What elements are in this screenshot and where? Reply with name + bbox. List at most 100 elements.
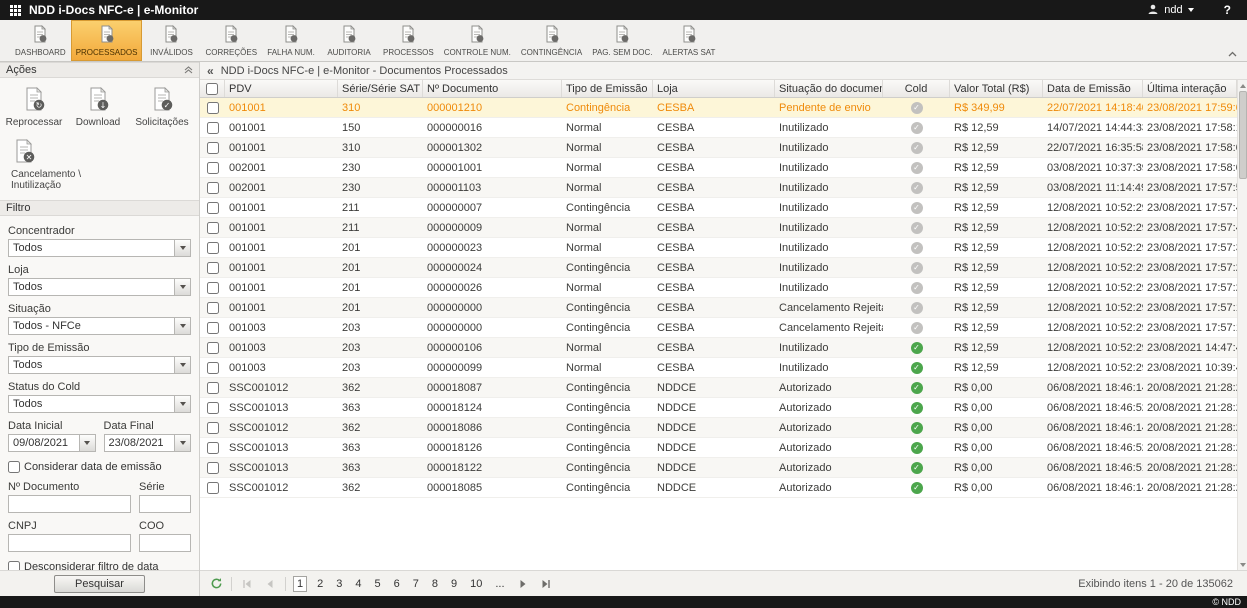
data-inicial-input[interactable]: 09/08/2021 [8, 434, 96, 452]
tab-falha-num[interactable]: FALHA NUM. [262, 20, 320, 61]
considerar-data-emissao-checkbox-input[interactable] [8, 461, 20, 473]
table-row[interactable]: SSC001012 362 000018087 Contingência NDD… [200, 378, 1237, 398]
table-row[interactable]: 001001 211 000000009 Normal CESBA Inutil… [200, 218, 1237, 238]
prev-page-button[interactable] [262, 576, 278, 592]
refresh-button[interactable] [208, 576, 224, 592]
concentrador-select[interactable]: Todos [8, 239, 191, 257]
situacao-select[interactable]: Todos - NFCe [8, 317, 191, 335]
user-menu[interactable]: ndd [1147, 3, 1193, 18]
table-row[interactable]: 001003 203 000000000 Contingência CESBA … [200, 318, 1237, 338]
tab-inv-lidos[interactable]: INVÁLIDOS [142, 20, 200, 61]
column-header-s-rie-s-rie-sat[interactable]: Série/Série SAT [338, 80, 423, 97]
table-row[interactable]: 001001 211 000000007 Contingência CESBA … [200, 198, 1237, 218]
tab-controle-num[interactable]: CONTROLE NUM. [439, 20, 516, 61]
table-row[interactable]: SSC001013 363 000018126 Contingência NDD… [200, 438, 1237, 458]
row-checkbox[interactable] [207, 142, 219, 154]
table-row[interactable]: SSC001012 362 000018086 Contingência NDD… [200, 418, 1237, 438]
column-header-tipo-de-emiss-o[interactable]: Tipo de Emissão [562, 80, 653, 97]
column-header-cold[interactable]: Cold [883, 80, 950, 97]
table-row[interactable]: 001001 201 000000024 Contingência CESBA … [200, 258, 1237, 278]
vertical-scrollbar[interactable] [1237, 80, 1247, 570]
table-row[interactable]: 001001 310 000001210 Contingência CESBA … [200, 98, 1237, 118]
column-header-pdv[interactable]: PDV [225, 80, 338, 97]
page-button-1[interactable]: 1 [293, 576, 307, 592]
table-row[interactable]: SSC001013 363 000018124 Contingência NDD… [200, 398, 1237, 418]
collapse-actions-icon[interactable] [184, 66, 193, 74]
scrollbar-thumb[interactable] [1239, 91, 1247, 179]
table-row[interactable]: 001003 203 000000099 Normal CESBA Inutil… [200, 358, 1237, 378]
cancelamento-inutilizacao-button[interactable]: ✕ Cancelamento \ Inutilização [2, 135, 102, 194]
tab-conting-ncia[interactable]: CONTINGÊNCIA [516, 20, 587, 61]
reprocessar-button[interactable]: ↻ Reprocessar [2, 83, 66, 131]
row-checkbox[interactable] [207, 122, 219, 134]
row-checkbox[interactable] [207, 102, 219, 114]
tab-pag-sem-doc[interactable]: PAG. SEM DOC. [587, 20, 657, 61]
page-button-10[interactable]: 10 [467, 577, 485, 591]
column-header-situa-o-do-documento[interactable]: Situação do documento [775, 80, 883, 97]
page-button-4[interactable]: 4 [352, 577, 364, 591]
serie-input[interactable] [139, 495, 191, 513]
desconsiderar-filtro-checkbox[interactable]: Desconsiderar filtro de data [8, 561, 191, 570]
table-row[interactable]: 001001 201 000000026 Normal CESBA Inutil… [200, 278, 1237, 298]
row-checkbox[interactable] [207, 462, 219, 474]
last-page-button[interactable] [538, 576, 554, 592]
help-button[interactable]: ? [1224, 3, 1231, 17]
status-cold-select[interactable]: Todos [8, 395, 191, 413]
tipo-emissao-select[interactable]: Todos [8, 356, 191, 374]
row-checkbox[interactable] [207, 182, 219, 194]
cnpj-input[interactable] [8, 534, 131, 552]
page-button-7[interactable]: 7 [410, 577, 422, 591]
table-row[interactable]: 002001 230 000001001 Normal CESBA Inutil… [200, 158, 1237, 178]
table-row[interactable]: 001001 150 000000016 Normal CESBA Inutil… [200, 118, 1237, 138]
row-checkbox[interactable] [207, 482, 219, 494]
collapse-ribbon-icon[interactable] [1228, 51, 1237, 57]
tab-processos[interactable]: PROCESSOS [378, 20, 439, 61]
scroll-up-icon[interactable] [1238, 80, 1247, 91]
page-button-3[interactable]: 3 [333, 577, 345, 591]
row-checkbox[interactable] [207, 422, 219, 434]
data-final-input[interactable]: 23/08/2021 [104, 434, 192, 452]
table-row[interactable]: 001001 310 000001302 Normal CESBA Inutil… [200, 138, 1237, 158]
scroll-down-icon[interactable] [1238, 559, 1247, 570]
pesquisar-button[interactable]: Pesquisar [54, 575, 145, 593]
column-header-data-de-emiss-o[interactable]: Data de Emissão [1043, 80, 1143, 97]
row-checkbox[interactable] [207, 242, 219, 254]
row-checkbox[interactable] [207, 282, 219, 294]
row-checkbox[interactable] [207, 322, 219, 334]
tab-processados[interactable]: PROCESSADOS [71, 20, 143, 61]
tab-corre-es[interactable]: CORREÇÕES [200, 20, 262, 61]
row-checkbox[interactable] [207, 342, 219, 354]
column-header-n-documento[interactable]: Nº Documento [423, 80, 562, 97]
page-button-8[interactable]: 8 [429, 577, 441, 591]
column-header-ltima-intera-o[interactable]: Última interação [1143, 80, 1237, 97]
loja-select[interactable]: Todos [8, 278, 191, 296]
first-page-button[interactable] [239, 576, 255, 592]
tab-dashboard[interactable]: DASHBOARD [10, 20, 71, 61]
collapse-sidebar-icon[interactable]: « [207, 64, 214, 78]
next-page-button[interactable] [515, 576, 531, 592]
tab-alertas-sat[interactable]: ALERTAS SAT [658, 20, 721, 61]
table-row[interactable]: 002001 230 000001103 Normal CESBA Inutil… [200, 178, 1237, 198]
desconsiderar-filtro-checkbox-input[interactable] [8, 561, 20, 570]
row-checkbox[interactable] [207, 222, 219, 234]
row-checkbox[interactable] [207, 442, 219, 454]
row-checkbox[interactable] [207, 382, 219, 394]
table-row[interactable]: 001003 203 000000106 Normal CESBA Inutil… [200, 338, 1237, 358]
page-button-2[interactable]: 2 [314, 577, 326, 591]
app-grid-icon[interactable] [10, 5, 21, 16]
coo-input[interactable] [139, 534, 191, 552]
column-header-valor-total-r[interactable]: Valor Total (R$) [950, 80, 1043, 97]
tab-auditoria[interactable]: AUDITORIA [320, 20, 378, 61]
row-checkbox[interactable] [207, 202, 219, 214]
table-row[interactable]: SSC001013 363 000018122 Contingência NDD… [200, 458, 1237, 478]
table-row[interactable]: SSC001012 362 000018085 Contingência NDD… [200, 478, 1237, 498]
row-checkbox[interactable] [207, 362, 219, 374]
row-checkbox[interactable] [207, 402, 219, 414]
solicitacoes-button[interactable]: ✓ Solicitações [130, 83, 194, 131]
row-checkbox[interactable] [207, 302, 219, 314]
row-checkbox[interactable] [207, 162, 219, 174]
page-button-9[interactable]: 9 [448, 577, 460, 591]
table-row[interactable]: 001001 201 000000023 Normal CESBA Inutil… [200, 238, 1237, 258]
page-button-5[interactable]: 5 [372, 577, 384, 591]
table-row[interactable]: 001001 201 000000000 Contingência CESBA … [200, 298, 1237, 318]
